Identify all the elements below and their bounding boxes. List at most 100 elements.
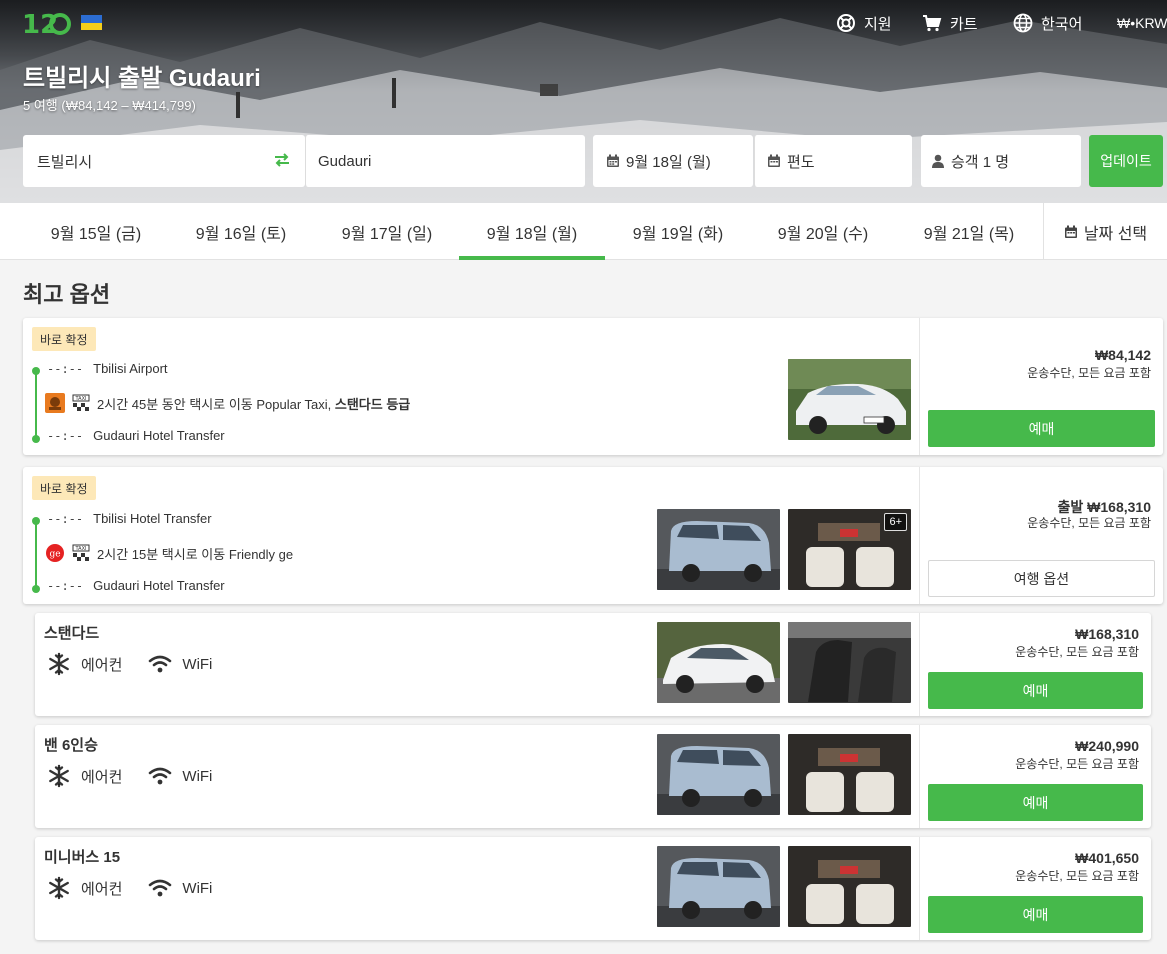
calendar-icon: [607, 154, 619, 167]
tab-date-sep-19[interactable]: 9월 19일 (화): [605, 203, 751, 260]
top-nav: 12 지원 카트 한국어 ₩•KRW: [0, 0, 1167, 48]
nav-language[interactable]: 한국어: [1013, 12, 1082, 34]
arrival-row: --:-- Gudauri Hotel Transfer: [47, 428, 225, 443]
12go-logo[interactable]: 12: [22, 6, 72, 40]
class-card-van[interactable]: 밴 6인승 에어컨 WiFi ₩240,990 운송수단, 모든 요금 포함 예…: [35, 725, 1151, 828]
class-name: 미니버스 15: [44, 849, 121, 866]
taxi-icon: TAXI: [72, 544, 90, 561]
book-button[interactable]: 예매: [928, 896, 1143, 933]
price-note: 운송수단, 모든 요금 포함: [1027, 366, 1151, 380]
departure-time: --:--: [47, 511, 84, 526]
calendar-icon: [1064, 225, 1077, 238]
calendar-icon: [768, 154, 780, 167]
nav-language-label: 한국어: [1041, 15, 1083, 33]
globe-icon: [1013, 13, 1033, 33]
trip-options-button[interactable]: 여행 옵션: [928, 560, 1155, 597]
snowflake-icon: [49, 876, 69, 900]
more-photos-badge: 6+: [884, 513, 907, 531]
nav-currency[interactable]: ₩•KRW: [1117, 12, 1167, 34]
travel-description: 2시간 15분 택시로 이동 Friendly ge: [97, 546, 294, 562]
taxi-icon: TAXI: [72, 394, 90, 411]
swap-icon[interactable]: [273, 151, 291, 169]
price-note: 운송수단, 모든 요금 포함: [1015, 645, 1139, 659]
wifi-icon: [149, 879, 172, 897]
svg-text:TAXI: TAXI: [75, 396, 87, 402]
update-button[interactable]: 업데이트: [1089, 135, 1163, 187]
from-field[interactable]: 트빌리시: [23, 135, 305, 187]
tab-date-sep-15[interactable]: 9월 15일 (금): [23, 203, 169, 260]
wifi-icon: [149, 655, 172, 673]
ukraine-flag-icon: [81, 15, 102, 30]
amenity-wifi: WiFi: [182, 879, 213, 897]
amenity-ac: 에어컨: [81, 880, 123, 898]
vehicle-photo[interactable]: [657, 846, 780, 927]
vehicle-interior-photo[interactable]: [788, 846, 911, 927]
amenities: 에어컨 WiFi: [47, 876, 212, 900]
book-button[interactable]: 예매: [928, 784, 1143, 821]
vehicle-interior-photo[interactable]: 6+: [788, 509, 911, 590]
nav-support[interactable]: 지원: [836, 12, 892, 34]
departure-row: --:-- Tbilisi Hotel Transfer: [47, 511, 212, 526]
snowflake-icon: [49, 652, 69, 676]
arrival-place: Gudauri Hotel Transfer: [93, 428, 225, 443]
travel-row: TAXI 2시간 45분 동안 택시로 이동 Popular Taxi, 스탠다…: [45, 393, 410, 413]
class-name: 스탠다드: [44, 625, 100, 642]
arrival-time: --:--: [47, 428, 84, 443]
vehicle-interior-photo[interactable]: [788, 622, 911, 703]
tab-date-sep-20[interactable]: 9월 20일 (수): [750, 203, 896, 260]
support-icon: [837, 14, 855, 32]
snowflake-icon: [49, 764, 69, 788]
trip-type-value: 편도: [787, 153, 815, 171]
nav-cart[interactable]: 카트: [922, 12, 978, 34]
class-name: 밴 6인승: [44, 737, 98, 754]
tab-date-sep-18[interactable]: 9월 18일 (월): [459, 203, 605, 260]
to-field[interactable]: Gudauri: [305, 135, 585, 187]
trip-type-field[interactable]: 편도: [754, 135, 912, 187]
book-button[interactable]: 예매: [928, 410, 1155, 447]
svg-text:TAXI: TAXI: [75, 546, 87, 552]
date-field[interactable]: 9월 18일 (월): [593, 135, 753, 187]
page-title: 트빌리시 출발 Gudauri: [23, 65, 261, 92]
tab-date-sep-16[interactable]: 9월 16일 (토): [168, 203, 314, 260]
trip-card[interactable]: 바로 확정 --:-- Tbilisi Hotel Transfer ge TA…: [23, 467, 1163, 604]
instant-confirm-badge: 바로 확정: [32, 327, 96, 351]
tab-date-sep-17[interactable]: 9월 17일 (일): [314, 203, 460, 260]
tab-date-sep-21[interactable]: 9월 21일 (목): [896, 203, 1042, 260]
travel-description: 2시간 45분 동안 택시로 이동 Popular Taxi,: [97, 396, 335, 412]
section-title: 최고 옵션: [23, 282, 111, 307]
passengers-value: 승객 1 명: [951, 153, 1010, 171]
pick-date-label: 날짜 선택: [1083, 225, 1148, 243]
travel-class: 스탠다드 등급: [334, 396, 411, 412]
travel-row: ge TAXI 2시간 15분 택시로 이동 Friendly ge: [45, 543, 293, 563]
trip-price: ₩84,142: [1094, 347, 1151, 363]
friendly-ge-logo-icon: ge: [46, 544, 64, 562]
class-price: ₩240,990: [1075, 738, 1139, 754]
svg-text:ge: ge: [49, 550, 60, 560]
departure-row: --:-- Tbilisi Airport: [47, 361, 168, 376]
class-card-minibus[interactable]: 미니버스 15 에어컨 WiFi ₩401,650 운송수단, 모든 요금 포함…: [35, 837, 1151, 940]
vehicle-photo[interactable]: [657, 734, 780, 815]
pick-date-button[interactable]: 날짜 선택: [1043, 203, 1167, 260]
arrival-place: Gudauri Hotel Transfer: [93, 578, 225, 593]
date-field-value: 9월 18일 (월): [626, 153, 711, 171]
amenity-ac: 에어컨: [81, 768, 123, 786]
popular-taxi-logo-icon: [45, 393, 65, 413]
vehicle-photo[interactable]: [657, 509, 780, 590]
cart-icon: [923, 15, 942, 32]
vehicle-photo[interactable]: [657, 622, 780, 703]
price-note: 운송수단, 모든 요금 포함: [1015, 869, 1139, 883]
book-button[interactable]: 예매: [928, 672, 1143, 709]
departure-time: --:--: [47, 361, 84, 376]
passengers-field[interactable]: 승객 1 명: [921, 135, 1081, 187]
class-card-standard[interactable]: 스탠다드 에어컨 WiFi ₩168,310 운송수단, 모든 요금 포함 예매: [35, 613, 1151, 716]
amenity-wifi: WiFi: [182, 655, 213, 673]
route-summary: 5 여행 (₩84,142 – ₩414,799): [23, 98, 196, 113]
nav-currency-label: ₩•KRW: [1117, 15, 1167, 31]
vehicle-interior-photo[interactable]: [788, 734, 911, 815]
trip-card[interactable]: 바로 확정 --:-- Tbilisi Airport TAXI 2시간 45분…: [23, 318, 1163, 455]
amenity-ac: 에어컨: [81, 656, 123, 674]
price-note: 운송수단, 모든 요금 포함: [1027, 516, 1151, 530]
departure-place: Tbilisi Hotel Transfer: [93, 511, 212, 526]
class-price: ₩168,310: [1075, 626, 1139, 642]
vehicle-photo[interactable]: [788, 359, 911, 440]
